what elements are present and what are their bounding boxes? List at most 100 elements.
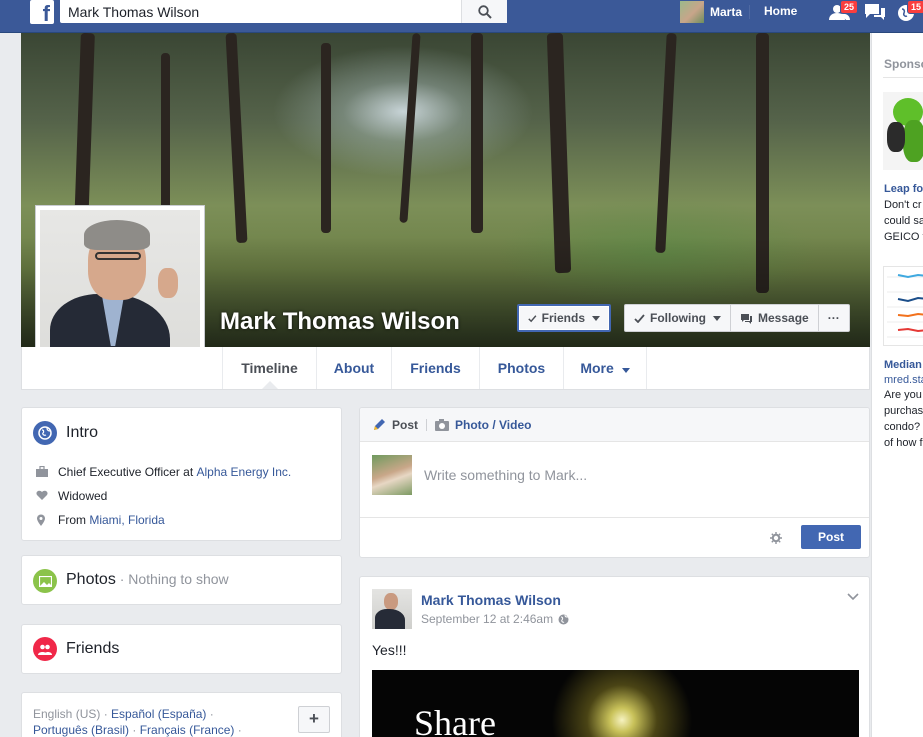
checkmark-icon xyxy=(634,313,645,323)
more-options-icon: ··· xyxy=(827,311,840,325)
language-link[interactable]: Français (France) xyxy=(140,723,235,737)
language-dot: · xyxy=(206,707,218,721)
composer-divider xyxy=(426,418,428,431)
composer-avatar xyxy=(372,455,412,495)
message-button-label: Message xyxy=(758,311,809,325)
post-image-text: Share xyxy=(414,703,496,737)
sidebar-divider xyxy=(883,77,923,78)
ad2-line: of how f xyxy=(884,437,923,449)
search-icon xyxy=(477,4,492,19)
location-pin-icon xyxy=(37,514,45,526)
tab-post[interactable]: Post xyxy=(392,418,418,432)
ad2-site[interactable]: mred.sta xyxy=(884,374,923,386)
post-text: Yes!!! xyxy=(372,642,407,658)
photo-hand xyxy=(158,268,178,298)
search-button[interactable] xyxy=(461,0,507,23)
following-button-label: Following xyxy=(650,311,706,325)
ad1-line: could sa xyxy=(884,215,923,227)
feed-post: Mark Thomas Wilson September 12 at 2:46a… xyxy=(359,576,870,737)
search-input[interactable] xyxy=(60,0,455,23)
ad-image-gecko[interactable] xyxy=(883,92,923,170)
language-row: Português (Brasil) · Français (France) · xyxy=(33,722,245,737)
right-sidebar: Sponso Leap fo Don't cr could sa GEICO t… xyxy=(871,33,923,737)
ad2-line: condo? xyxy=(884,421,921,433)
camera-icon xyxy=(435,418,450,431)
sponsored-heading: Sponso xyxy=(884,57,923,71)
cover-tree xyxy=(225,33,248,244)
photo-glasses xyxy=(95,252,141,260)
chevron-down-icon xyxy=(592,315,600,321)
tab-more[interactable]: More xyxy=(563,347,647,389)
checkmark-icon xyxy=(528,314,537,322)
composer-tabs: Post Photo / Video xyxy=(360,408,869,442)
user-avatar xyxy=(680,1,704,23)
post-button[interactable]: Post xyxy=(801,525,861,549)
following-button[interactable]: Following xyxy=(625,305,731,331)
home-link[interactable]: Home xyxy=(764,4,797,18)
post-image[interactable]: Share xyxy=(372,670,859,737)
friends-button[interactable]: Friends xyxy=(517,304,611,332)
settings-gear-icon[interactable] xyxy=(770,532,782,544)
message-button[interactable]: Message xyxy=(731,305,819,331)
post-timestamp[interactable]: September 12 at 2:46am xyxy=(421,612,553,626)
language-row: English (US) · Español (España) · xyxy=(33,706,245,722)
more-options-button[interactable]: ··· xyxy=(819,305,849,331)
composer-divider-line xyxy=(360,517,869,518)
post-meta: September 12 at 2:46am xyxy=(421,612,569,626)
briefcase-icon xyxy=(36,466,48,477)
language-link[interactable]: Português (Brasil) xyxy=(33,723,129,737)
ad2-line: Are you xyxy=(884,389,922,401)
ad1-line: GEICO t xyxy=(884,231,923,243)
friends-icon xyxy=(33,637,57,661)
ad1-line: Don't cr xyxy=(884,199,922,211)
tab-photo-video[interactable]: Photo / Video xyxy=(455,418,531,432)
intro-relationship: Widowed xyxy=(36,489,107,503)
globe-icon xyxy=(558,614,569,624)
facebook-logo-icon[interactable]: f xyxy=(30,0,54,26)
avatar-face xyxy=(384,593,398,610)
profile-nav-link[interactable]: Marta xyxy=(680,1,742,23)
profile-photo xyxy=(40,210,200,370)
language-dot: · xyxy=(100,707,112,721)
language-link[interactable]: Español (España) xyxy=(111,707,206,721)
tab-friends[interactable]: Friends xyxy=(391,347,479,389)
tab-about[interactable]: About xyxy=(316,347,391,389)
ad2-title[interactable]: Median xyxy=(884,359,922,371)
cover-tree xyxy=(471,33,483,233)
ad-image-chart[interactable] xyxy=(883,266,923,346)
language-dot: · xyxy=(129,723,140,737)
languages-card: English (US) · Español (España) · Portug… xyxy=(21,692,342,737)
hometown-link[interactable]: Miami, Florida xyxy=(89,513,164,527)
employer-link[interactable]: Alpha Energy Inc. xyxy=(197,465,292,479)
ad-chart-graphic xyxy=(887,273,923,338)
photos-empty-text: Nothing to show xyxy=(128,571,229,587)
ad1-title[interactable]: Leap fo xyxy=(884,183,923,195)
globe-icon xyxy=(33,421,57,445)
notifications-button[interactable]: 15 xyxy=(896,0,923,24)
profile-name[interactable]: Mark Thomas Wilson xyxy=(220,308,460,336)
tab-more-label: More xyxy=(580,360,614,376)
language-dot: · xyxy=(234,723,246,737)
composer-input[interactable]: Write something to Mark... xyxy=(424,467,587,483)
heart-icon xyxy=(36,490,48,500)
user-name: Marta xyxy=(710,5,743,19)
chevron-down-icon xyxy=(621,368,630,373)
tab-photos[interactable]: Photos xyxy=(479,347,563,389)
intro-hometown: From Miami, Florida xyxy=(37,513,165,527)
photos-header: Photos · Nothing to show xyxy=(66,571,229,589)
cover-tree xyxy=(655,33,677,254)
chevron-down-icon[interactable] xyxy=(847,593,859,601)
intro-title: Intro xyxy=(66,424,99,441)
gecko-body xyxy=(903,120,923,162)
friend-requests-button[interactable]: 25 xyxy=(828,0,859,24)
language-current: English (US) xyxy=(33,707,101,721)
photos-title[interactable]: Photos xyxy=(66,571,116,588)
messages-button[interactable] xyxy=(863,2,889,24)
add-language-button[interactable]: + xyxy=(298,706,330,733)
friends-button-label: Friends xyxy=(541,311,585,325)
post-author-name[interactable]: Mark Thomas Wilson xyxy=(421,592,561,608)
post-author-avatar[interactable] xyxy=(372,589,412,629)
notifications-badge: 15 xyxy=(907,0,923,14)
photos-separator: · xyxy=(115,571,129,587)
friends-title[interactable]: Friends xyxy=(66,640,119,658)
